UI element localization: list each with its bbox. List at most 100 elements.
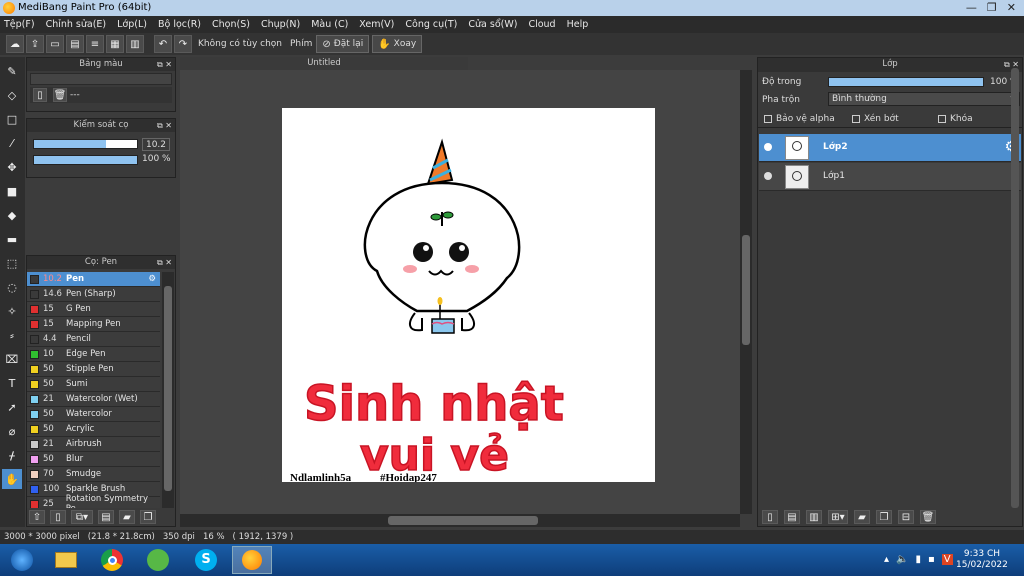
- delete-layer-icon[interactable]: 🗑: [920, 510, 936, 524]
- move-tool-icon[interactable]: ✥: [2, 157, 22, 177]
- clock[interactable]: 9:33 CH 15/02/2022: [956, 549, 1008, 571]
- minimize-button[interactable]: —: [966, 1, 977, 14]
- new-layer-icon[interactable]: ▯: [762, 510, 778, 524]
- panel-close-icon[interactable]: ⧉ ✕: [157, 58, 172, 71]
- brush-item[interactable]: 50 Acrylic: [27, 422, 160, 437]
- operation-tool-icon[interactable]: ➚: [2, 397, 22, 417]
- layers-scrollbar-thumb[interactable]: [1011, 68, 1019, 508]
- menu-edit[interactable]: Chỉnh sửa(E): [46, 19, 107, 30]
- duplicate-layer-icon[interactable]: ❐: [876, 510, 892, 524]
- dropper-tool-icon[interactable]: ⌀: [2, 421, 22, 441]
- tab-untitled[interactable]: Untitled: [180, 57, 468, 70]
- color-list[interactable]: [30, 73, 172, 85]
- start-button[interactable]: [2, 546, 42, 574]
- brush-item[interactable]: 14.6 Pen (Sharp): [27, 287, 160, 302]
- drawing-canvas[interactable]: Sinh nhật vui vẻ Ndlamlinh5a #Hoidap247: [282, 108, 655, 482]
- menu-layer[interactable]: Lớp(L): [117, 19, 147, 30]
- blend-select[interactable]: Bình thường▾: [828, 92, 1020, 106]
- menu-cloud[interactable]: Cloud: [528, 19, 555, 30]
- brush-item[interactable]: 25 Rotation Symmetry Pe: [27, 494, 160, 508]
- brush-scrollbar[interactable]: [162, 272, 174, 508]
- brush-item[interactable]: 50 Blur: [27, 452, 160, 467]
- menu-color[interactable]: Màu (C): [311, 19, 348, 30]
- visibility-icon[interactable]: [764, 143, 772, 151]
- network-icon[interactable]: ▮: [915, 554, 921, 565]
- menu-help[interactable]: Help: [567, 19, 589, 30]
- menu-window[interactable]: Cửa sổ(W): [468, 19, 517, 30]
- layers-scrollbar[interactable]: [1010, 60, 1020, 508]
- layer-opacity-slider[interactable]: [828, 77, 984, 87]
- brush-new-icon[interactable]: ▯: [50, 510, 66, 524]
- select-pen-icon[interactable]: ⸗: [2, 325, 22, 345]
- brush-item[interactable]: 4.4 Pencil: [27, 332, 160, 347]
- close-button[interactable]: ✕: [1007, 1, 1016, 14]
- eyedropper-icon[interactable]: ᚋ: [2, 445, 22, 465]
- layer-item-2[interactable]: Lớp2 ⚙: [759, 134, 1021, 162]
- comment-icon[interactable]: ▭: [46, 35, 64, 53]
- dot-tool-icon[interactable]: ⁄: [2, 133, 22, 153]
- lock-checkbox[interactable]: Khóa: [938, 114, 973, 124]
- add-layer-menu-icon[interactable]: ⊞▾: [828, 510, 848, 524]
- tray-up-icon[interactable]: ▴: [884, 554, 889, 565]
- brush-item[interactable]: 50 Sumi: [27, 377, 160, 392]
- brush-folder-icon[interactable]: ▰: [119, 510, 135, 524]
- fill-rect-tool-icon[interactable]: ■: [2, 181, 22, 201]
- canvas-vscroll[interactable]: [740, 70, 752, 514]
- new-layer-8bit-icon[interactable]: ▥: [806, 510, 822, 524]
- menu-view[interactable]: Xem(V): [359, 19, 394, 30]
- visibility-icon[interactable]: [764, 172, 772, 180]
- panel-close-icon[interactable]: ⧉ ✕: [157, 256, 172, 269]
- size-value[interactable]: 10.2: [142, 138, 170, 151]
- panel-close-icon[interactable]: ⧉ ✕: [157, 119, 172, 132]
- brush-scrollbar-thumb[interactable]: [164, 286, 172, 491]
- taskbar-chrome[interactable]: [92, 546, 132, 574]
- tray-v-icon[interactable]: V: [941, 554, 953, 565]
- brush-item[interactable]: 10.2 Pen ⚙: [27, 272, 160, 287]
- brush-item[interactable]: 50 Stipple Pen: [27, 362, 160, 377]
- canvas-vscroll-thumb[interactable]: [742, 235, 750, 345]
- brush-doc-icon[interactable]: ▤: [98, 510, 114, 524]
- menu-file[interactable]: Tệp(F): [4, 19, 35, 30]
- brush-item[interactable]: 15 Mapping Pen: [27, 317, 160, 332]
- brush-item[interactable]: 10 Edge Pen: [27, 347, 160, 362]
- protect-alpha-checkbox[interactable]: Bảo vệ alpha: [764, 114, 835, 124]
- menu-snap[interactable]: Chụp(N): [261, 19, 300, 30]
- opacity-slider[interactable]: [33, 155, 138, 165]
- gear-icon[interactable]: ⚙: [148, 274, 156, 284]
- brush-tool-icon[interactable]: ✎: [2, 61, 22, 81]
- brush-item[interactable]: 21 Watercolor (Wet): [27, 392, 160, 407]
- size-slider[interactable]: [33, 139, 138, 149]
- gradient-tool-icon[interactable]: ▬: [2, 229, 22, 249]
- redo-icon[interactable]: ↷: [174, 35, 192, 53]
- select-eraser-icon[interactable]: ⌧: [2, 349, 22, 369]
- lasso-tool-icon[interactable]: ◌: [2, 277, 22, 297]
- magic-wand-icon[interactable]: ✧: [2, 301, 22, 321]
- rotate-button[interactable]: ✋ Xoay: [372, 35, 423, 53]
- new-color-icon[interactable]: ▯: [33, 88, 47, 102]
- clipping-checkbox[interactable]: Xén bớt: [852, 114, 899, 124]
- cloud-icon[interactable]: ☁: [6, 35, 24, 53]
- taskbar-app[interactable]: [138, 546, 178, 574]
- layer-item-1[interactable]: Lớp1: [759, 163, 1021, 191]
- panel-icon[interactable]: ▦: [106, 35, 124, 53]
- maximize-button[interactable]: ❐: [987, 1, 997, 14]
- reset-button[interactable]: ⊘ Đặt lại: [316, 35, 370, 53]
- undo-icon[interactable]: ↶: [154, 35, 172, 53]
- text-tool-icon[interactable]: T: [2, 373, 22, 393]
- grid-icon[interactable]: ▥: [126, 35, 144, 53]
- taskbar-explorer[interactable]: [46, 546, 86, 574]
- menu-tools[interactable]: Công cụ(T): [405, 19, 457, 30]
- layer-folder-icon[interactable]: ▰: [854, 510, 870, 524]
- taskbar-medibang[interactable]: [232, 546, 272, 574]
- brush-add-icon[interactable]: ⇧: [29, 510, 45, 524]
- menu-select[interactable]: Chọn(S): [212, 19, 250, 30]
- brush-item[interactable]: 70 Smudge: [27, 467, 160, 482]
- volume-icon[interactable]: 🔈: [896, 554, 908, 565]
- canvas-hscroll-thumb[interactable]: [388, 516, 538, 525]
- brush-item[interactable]: 21 Airbrush: [27, 437, 160, 452]
- brush-copy-icon[interactable]: ❐: [140, 510, 156, 524]
- brush-item[interactable]: 15 G Pen: [27, 302, 160, 317]
- share-icon[interactable]: ⇪: [26, 35, 44, 53]
- hand-tool-icon[interactable]: ✋: [2, 469, 22, 489]
- menu-filter[interactable]: Bộ lọc(R): [158, 19, 201, 30]
